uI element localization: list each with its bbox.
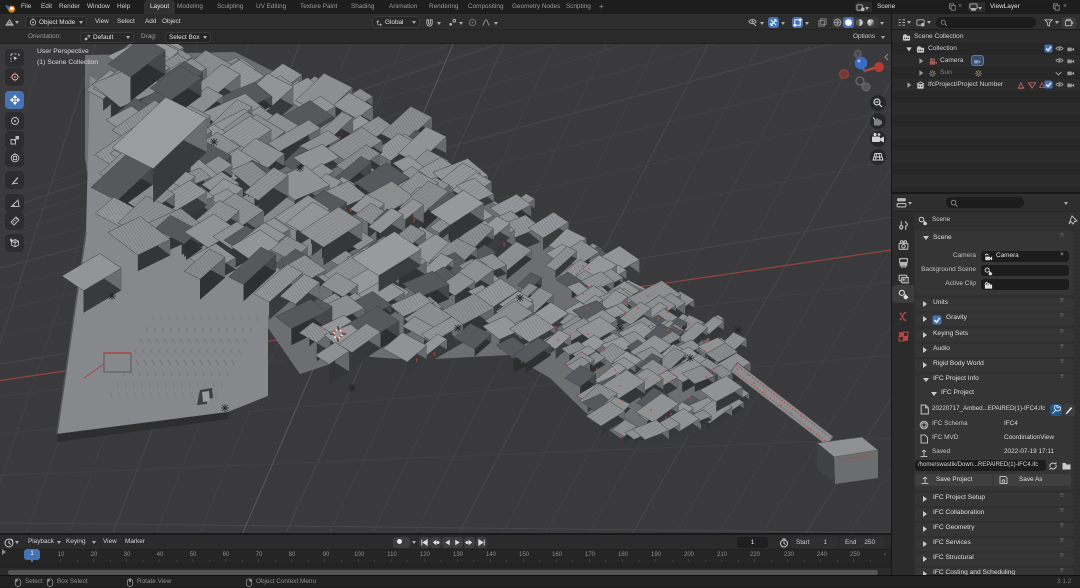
svg-text:9: 9: [1030, 83, 1032, 87]
svg-text:99: 99: [1020, 86, 1024, 89]
